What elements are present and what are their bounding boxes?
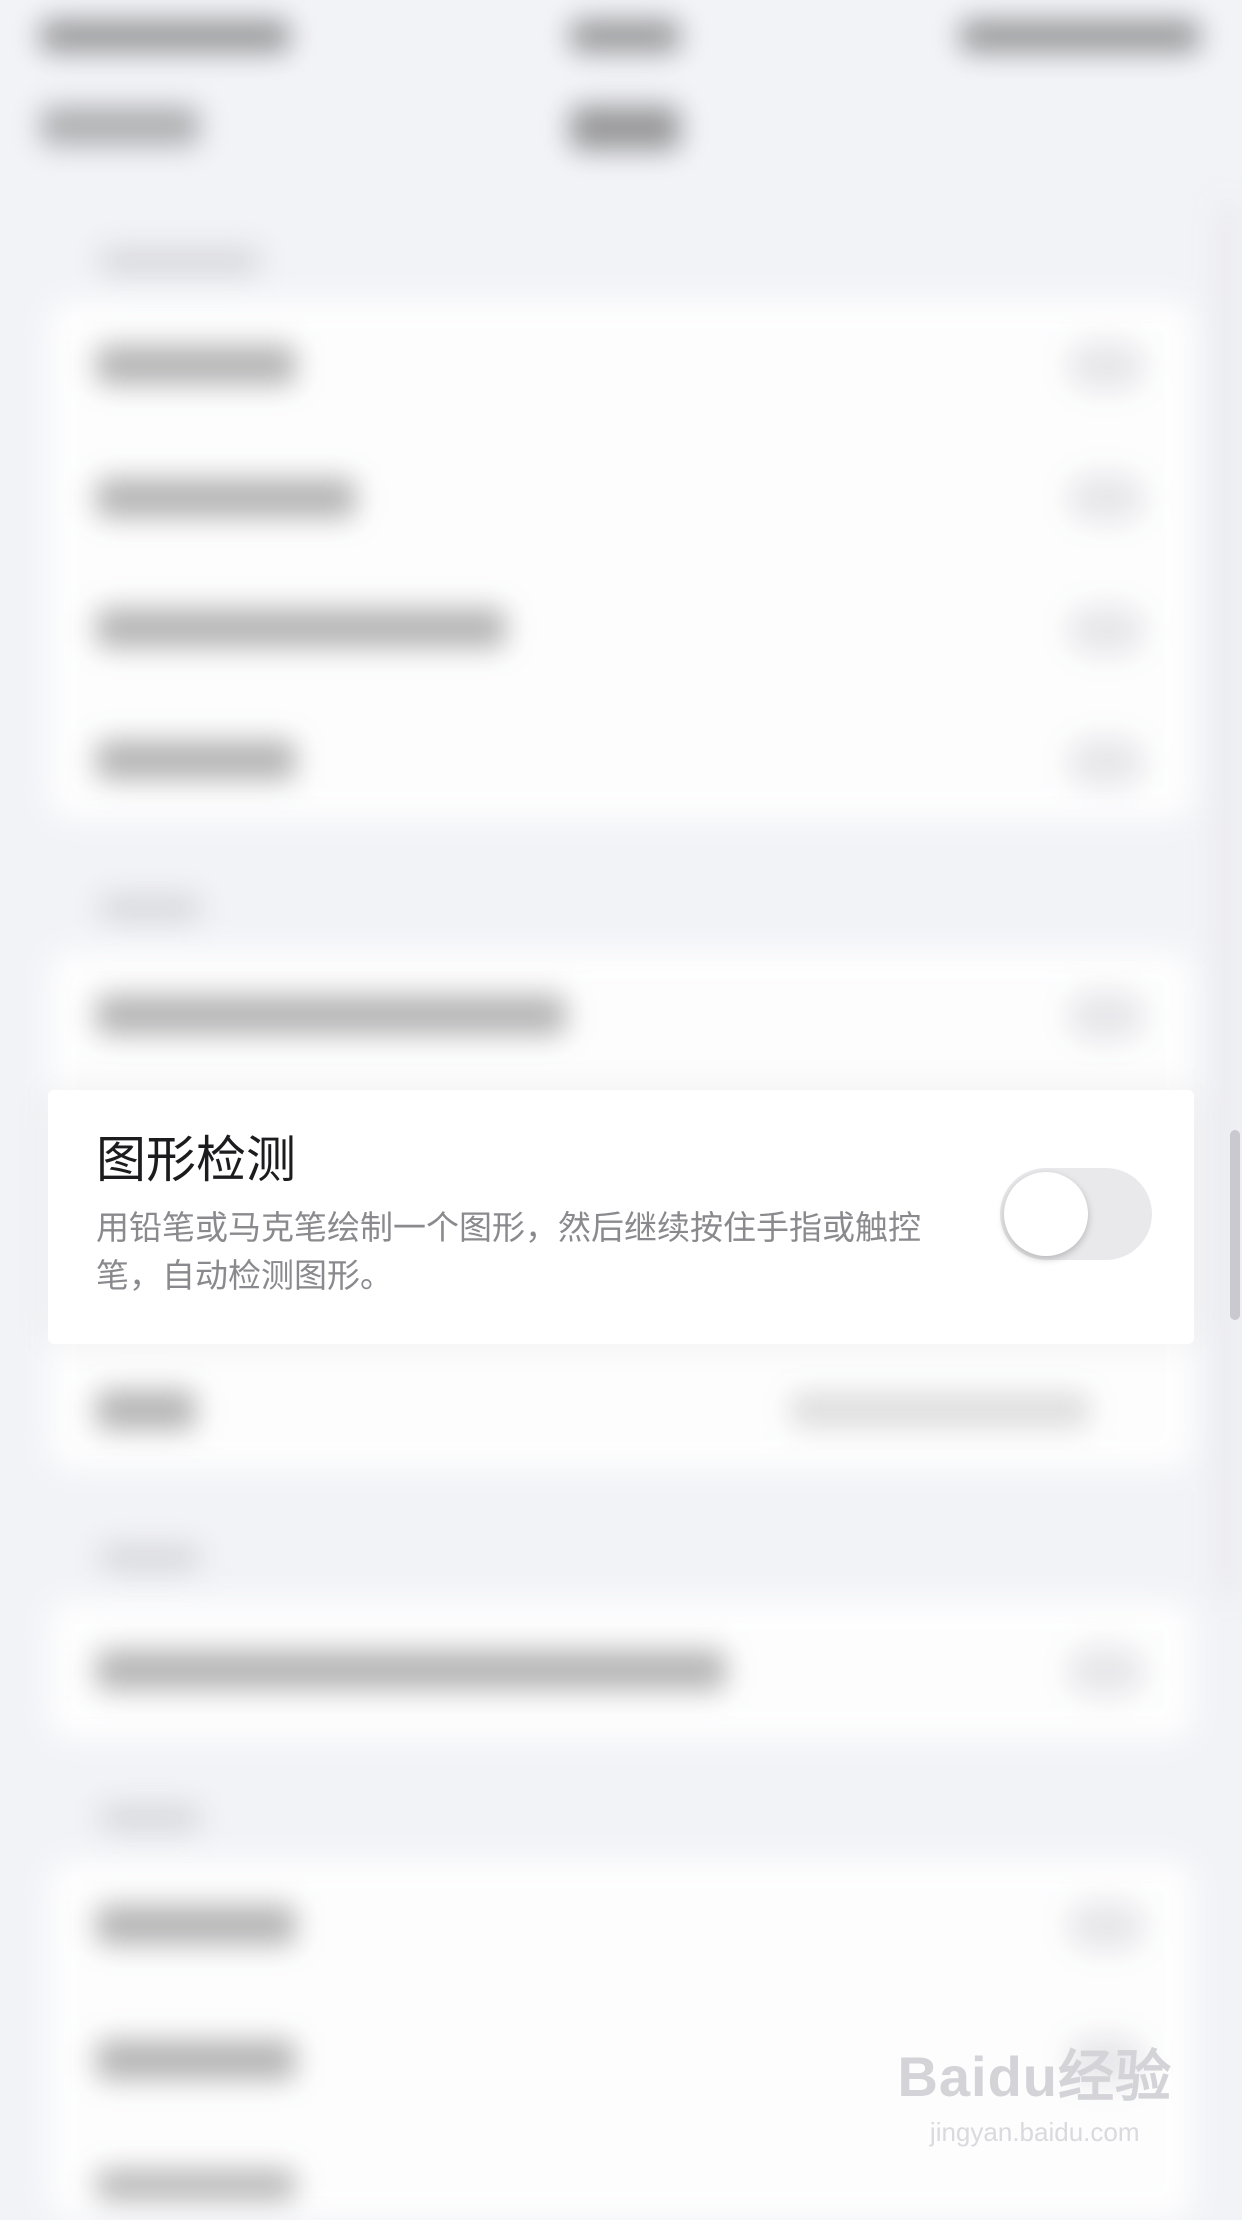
section-header bbox=[100, 895, 200, 921]
shape-detection-toggle[interactable] bbox=[1000, 1168, 1152, 1260]
setting-title: 图形检测 bbox=[96, 1131, 296, 1189]
nav-title bbox=[570, 106, 680, 150]
nav-back bbox=[40, 106, 200, 146]
status-bar-right bbox=[960, 20, 1200, 52]
row-toggle bbox=[1066, 1900, 1146, 1952]
scroll-indicator bbox=[1230, 1130, 1240, 1320]
row-value bbox=[790, 1392, 1090, 1428]
scroll-track bbox=[1218, 200, 1236, 1600]
status-bar-left bbox=[40, 20, 290, 52]
baidu-watermark: Baidu经验 jingyan.baidu.com bbox=[897, 2032, 1172, 2148]
setting-description: 用铅笔或马克笔绘制一个图形，然后继续按住手指或触控笔，自动检测图形。 bbox=[96, 1208, 921, 1295]
row-label bbox=[96, 1390, 196, 1430]
row-toggle bbox=[1066, 340, 1146, 392]
row-toggle bbox=[1066, 736, 1146, 788]
shape-detection-setting: 图形检测 用铅笔或马克笔绘制一个图形，然后继续按住手指或触控笔，自动检测图形。 bbox=[48, 1090, 1194, 1344]
row-toggle bbox=[1066, 472, 1146, 524]
section-header bbox=[100, 1805, 200, 1831]
row-label bbox=[96, 1650, 726, 1690]
row-label bbox=[96, 608, 506, 648]
status-bar-time bbox=[570, 20, 680, 52]
row-toggle bbox=[1066, 990, 1146, 1042]
row-label bbox=[96, 2170, 296, 2200]
section-header bbox=[100, 248, 260, 274]
section-header bbox=[100, 1545, 200, 1571]
row-toggle bbox=[1066, 604, 1146, 656]
watermark-logo: Baidu经验 bbox=[897, 2045, 1172, 2108]
row-label bbox=[96, 2040, 296, 2080]
toggle-knob bbox=[1004, 1172, 1088, 1256]
row-toggle bbox=[1066, 1645, 1146, 1697]
row-label bbox=[96, 740, 296, 780]
watermark-url: jingyan.baidu.com bbox=[929, 2117, 1140, 2147]
row-label bbox=[96, 345, 296, 385]
row-label bbox=[96, 1905, 296, 1945]
row-label bbox=[96, 995, 566, 1035]
row-label bbox=[96, 478, 356, 518]
